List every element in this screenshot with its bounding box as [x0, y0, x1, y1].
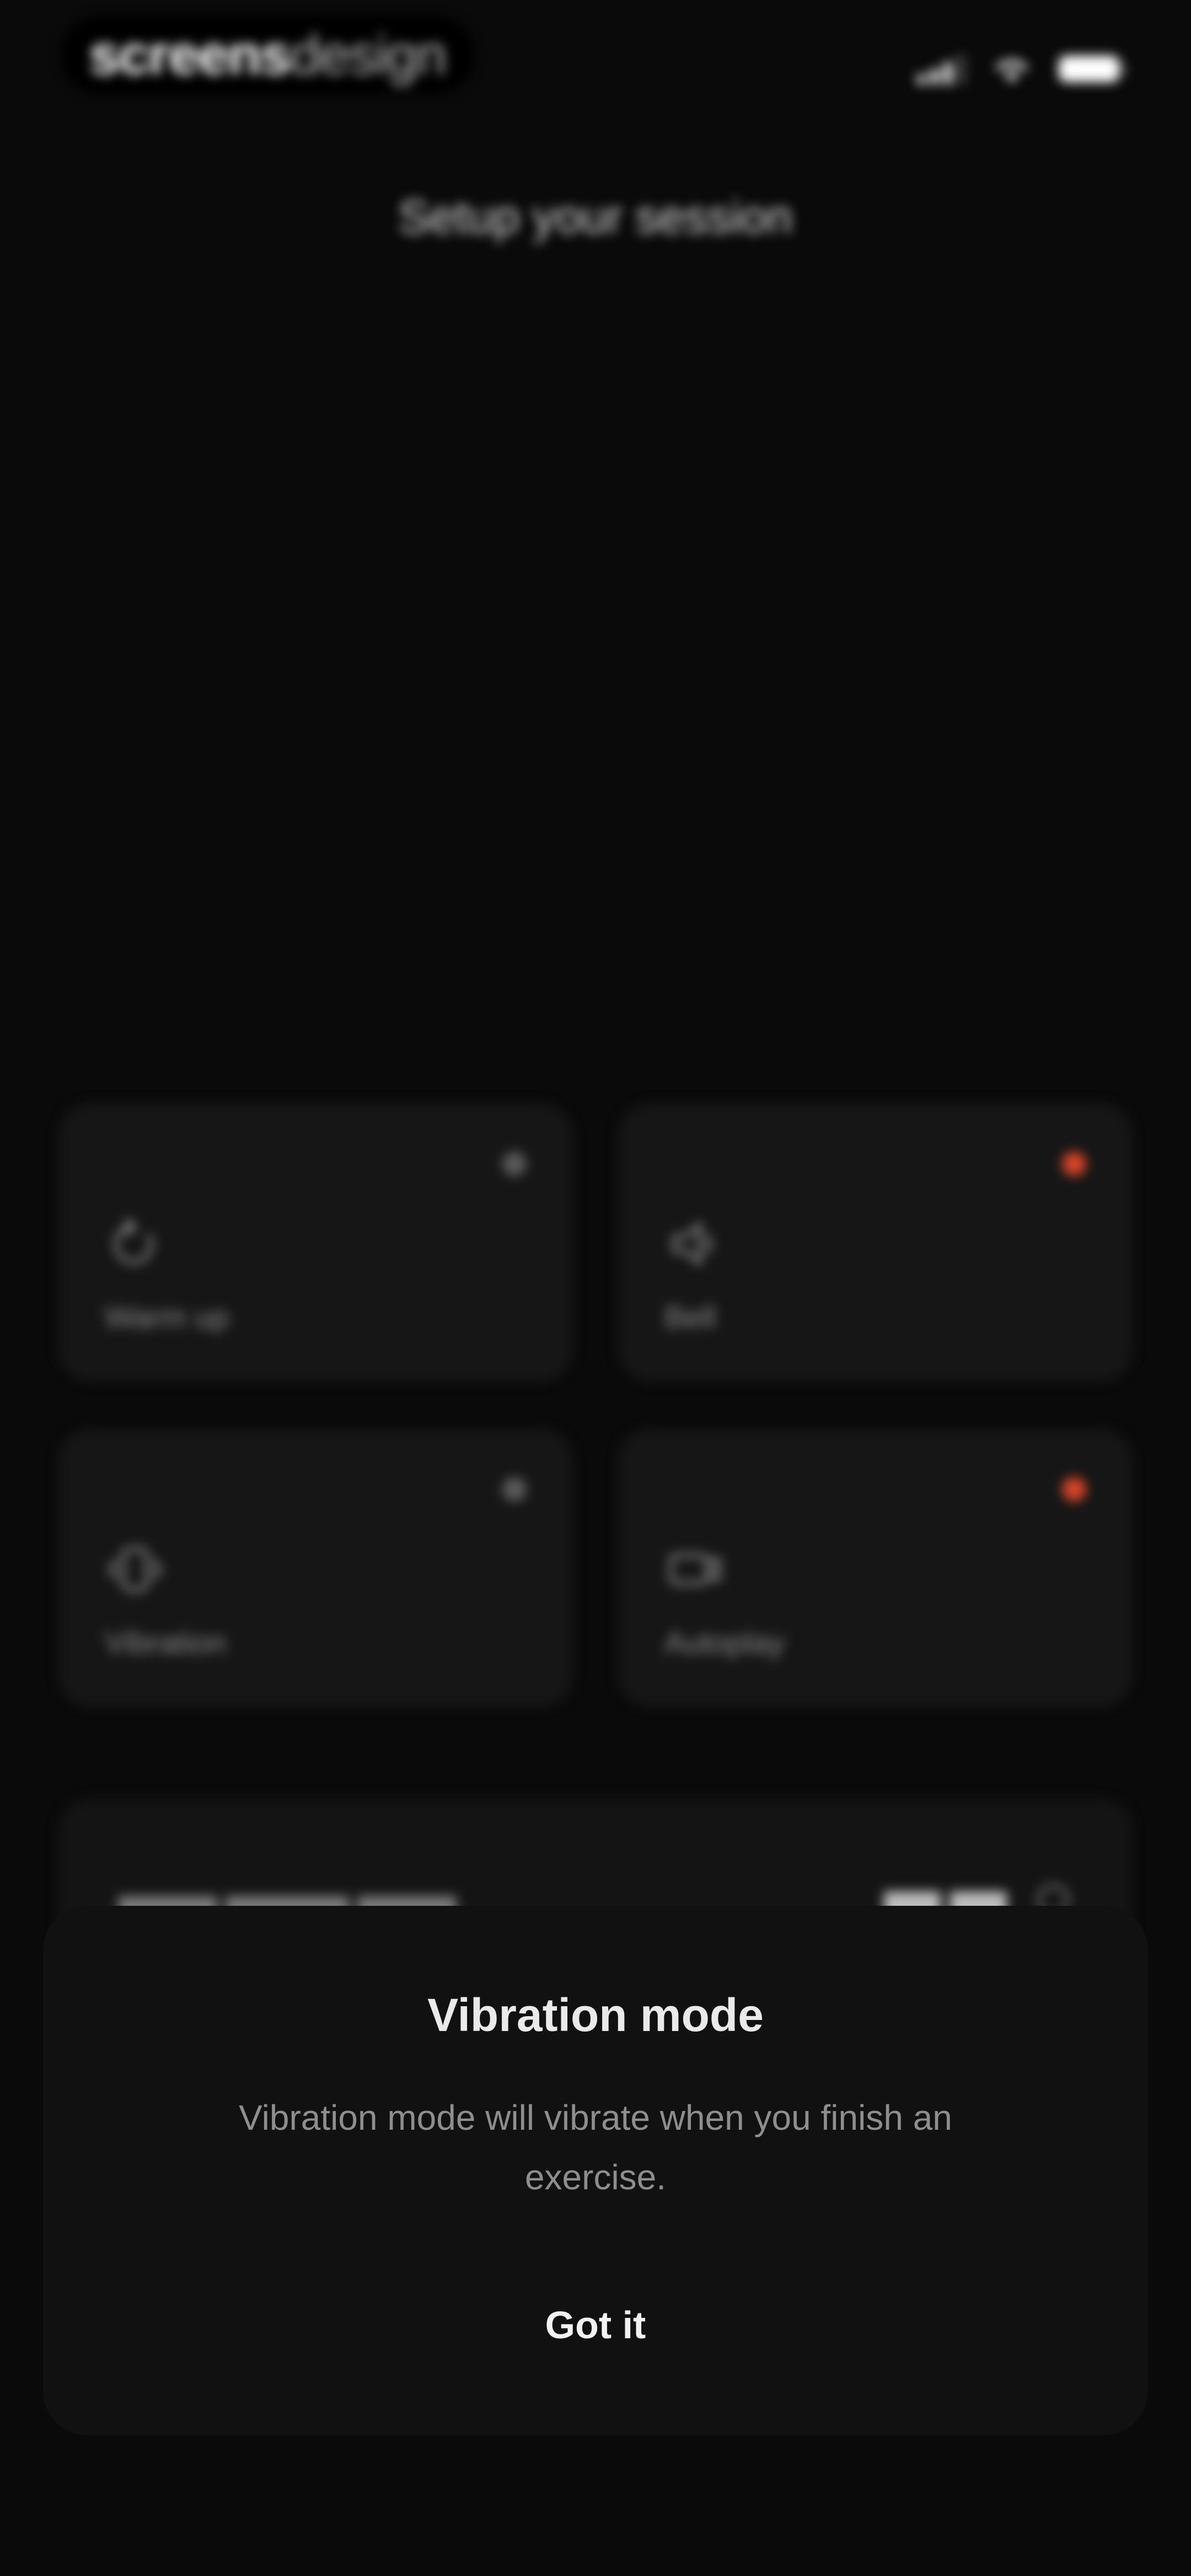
app-screen: screens design Setup your session Warm u…: [0, 0, 1191, 2576]
battery-icon: [1059, 56, 1126, 82]
warm-up-status-dot: [502, 1152, 527, 1176]
autoplay-toggle-card[interactable]: Autoplay: [618, 1429, 1133, 1707]
refresh-icon: [114, 1218, 153, 1264]
sheet-description: Vibration mode will vibrate when you fin…: [239, 2098, 952, 2197]
bell-toggle-card[interactable]: Bell: [618, 1103, 1133, 1382]
vibration-toggle-card[interactable]: Vibration: [58, 1429, 573, 1707]
status-bar: [918, 50, 1126, 88]
sheet-title: Vibration mode: [427, 1989, 764, 2041]
got-it-button[interactable]: Got it: [485, 2286, 706, 2364]
vibration-icon: [108, 1547, 162, 1592]
vibration-info-sheet: Vibration mode Vibration mode will vibra…: [43, 1906, 1148, 2435]
vibration-label: Vibration: [105, 1625, 227, 1660]
vibration-status-dot: [502, 1477, 527, 1501]
page-title: Setup your session: [398, 191, 793, 243]
bell-status-dot: [1062, 1152, 1086, 1176]
warm-up-label: Warm up: [105, 1300, 229, 1334]
video-icon: [669, 1553, 721, 1585]
wifi-icon: [996, 60, 1028, 82]
autoplay-status-dot: [1062, 1477, 1086, 1501]
speaker-icon: [672, 1222, 712, 1265]
watermark-part-1: screens: [89, 24, 291, 86]
watermark-logo: screens design: [61, 17, 474, 94]
warm-up-toggle-card[interactable]: Warm up: [58, 1103, 573, 1382]
cellular-signal-icon: [918, 54, 965, 84]
watermark-part-2: design: [289, 24, 447, 86]
bell-label: Bell: [664, 1300, 716, 1334]
autoplay-label: Autoplay: [664, 1625, 785, 1660]
